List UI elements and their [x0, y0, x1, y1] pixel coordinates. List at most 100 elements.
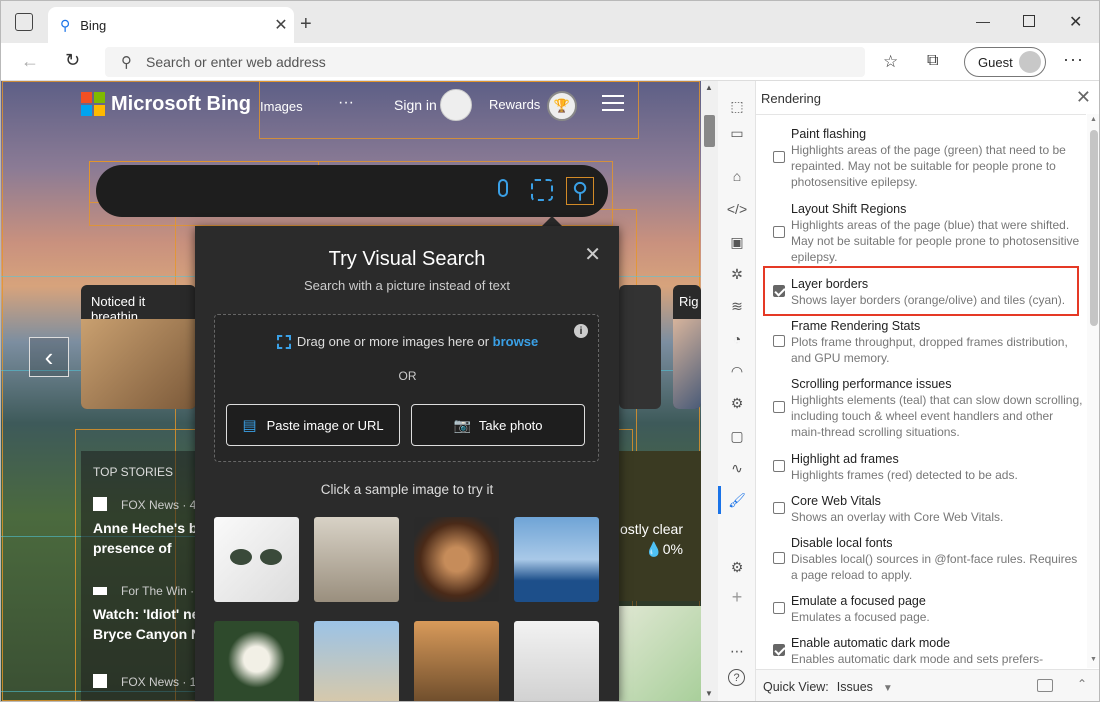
network-icon[interactable]: ≋: [727, 296, 747, 316]
option-highlight-ad-frames[interactable]: Highlight ad frames Highlights frames (re…: [756, 451, 1086, 493]
browse-link[interactable]: browse: [493, 334, 539, 349]
sample-image-louvre[interactable]: [314, 621, 399, 701]
scroll-up-icon[interactable]: ▲: [705, 83, 713, 92]
paste-image-button[interactable]: ▤ Paste image or URL: [226, 404, 400, 446]
dock-side-icon[interactable]: [1037, 679, 1053, 692]
scroll-down-icon[interactable]: ▼: [1090, 656, 1097, 663]
rewards-link[interactable]: Rewards: [489, 97, 540, 112]
search-button-icon[interactable]: ⚲: [566, 177, 594, 205]
carousel-card[interactable]: [619, 285, 661, 409]
option-emulate-focused-page[interactable]: Emulate a focused page Emulates a focused…: [756, 593, 1086, 635]
welcome-icon[interactable]: ⌂: [727, 166, 747, 186]
maximize-icon[interactable]: [1023, 15, 1035, 27]
close-panel-icon[interactable]: ✕: [1076, 87, 1091, 108]
checkbox[interactable]: [773, 502, 785, 514]
collections-icon[interactable]: ⧉: [927, 52, 938, 70]
sample-image-opera-house[interactable]: [514, 517, 599, 602]
new-tab-icon[interactable]: +: [300, 13, 312, 36]
scroll-up-icon[interactable]: ▲: [1090, 116, 1097, 123]
checkbox[interactable]: [773, 460, 785, 472]
hamburger-menu-icon[interactable]: [602, 95, 624, 111]
visual-search-icon[interactable]: [531, 179, 553, 201]
news-item[interactable]: FOX News · 1: [93, 674, 203, 689]
rewards-icon[interactable]: 🏆: [547, 91, 577, 121]
sign-in-link[interactable]: Sign in: [394, 97, 437, 113]
checkbox[interactable]: [773, 401, 785, 413]
sample-image-dogs[interactable]: [414, 621, 499, 701]
bing-logo[interactable]: Microsoft Bing: [81, 92, 251, 116]
carousel-prev-button[interactable]: ‹: [29, 337, 69, 377]
sample-image-sunglasses[interactable]: [214, 517, 299, 602]
option-disable-local-fonts[interactable]: Disable local fonts Disables local() sour…: [756, 535, 1086, 593]
visual-search-dialog: ✕ Try Visual Search Search with a pictur…: [195, 226, 619, 701]
search-box[interactable]: ⚲: [96, 165, 608, 217]
nav-more[interactable]: ···: [338, 94, 354, 112]
news-item[interactable]: For The Win · Watch: 'Idiot' ne Bryce Ca…: [93, 584, 203, 644]
page-scrollbar[interactable]: ▲ ▼: [701, 81, 718, 701]
more-tools-icon[interactable]: +: [727, 587, 747, 607]
nav-images[interactable]: Images: [260, 99, 303, 114]
droplet-icon: 💧: [645, 541, 663, 557]
close-tab-icon[interactable]: ✕: [268, 15, 294, 35]
device-emulation-icon[interactable]: ▭: [727, 123, 747, 143]
minimize-icon[interactable]: —: [976, 13, 990, 29]
inspect-icon[interactable]: ⬚: [727, 96, 747, 116]
address-input[interactable]: ⚲ Search or enter web address: [105, 47, 865, 77]
sample-image-dining-room[interactable]: [314, 517, 399, 602]
option-scrolling-performance[interactable]: Scrolling performance issues Highlights e…: [756, 376, 1086, 451]
chevron-up-icon[interactable]: ⌃: [1077, 677, 1087, 691]
help-icon[interactable]: ?: [728, 669, 745, 686]
option-layout-shift-regions[interactable]: Layout Shift Regions Highlights areas of …: [756, 201, 1086, 276]
option-core-web-vitals[interactable]: Core Web Vitals Shows an overlay with Cor…: [756, 493, 1086, 535]
take-photo-button[interactable]: 📷 Take photo: [411, 404, 585, 446]
quick-view-select[interactable]: Issues ▼: [837, 680, 893, 694]
memory-icon[interactable]: ⚙: [727, 393, 747, 413]
refresh-icon[interactable]: ↻: [65, 50, 80, 71]
tab-bing[interactable]: ⚲ Bing ✕: [48, 7, 294, 43]
microphone-icon[interactable]: [498, 179, 508, 197]
tab-actions-icon[interactable]: [15, 13, 33, 31]
elements-icon[interactable]: </>: [727, 199, 747, 219]
quick-view-label: Quick View:: [763, 679, 829, 694]
sample-image-coffee[interactable]: [414, 517, 499, 602]
more-icon[interactable]: ···: [1063, 49, 1084, 70]
sources-icon[interactable]: ✲: [727, 264, 747, 284]
profile-label: Guest: [978, 54, 1013, 70]
checkbox[interactable]: [773, 602, 785, 614]
weather-widget[interactable]: Mostly clear 💧0%: [608, 451, 701, 601]
performance-insights-icon[interactable]: ◔: [727, 329, 747, 349]
scroll-down-icon[interactable]: ▼: [705, 689, 713, 698]
performance-icon[interactable]: ◠: [727, 361, 747, 381]
carousel-card[interactable]: Rig: [673, 285, 701, 409]
checkbox-checked[interactable]: [773, 644, 785, 656]
option-frame-rendering-stats[interactable]: Frame Rendering Stats Plots frame through…: [756, 318, 1086, 376]
network-conditions-icon[interactable]: ⚙: [727, 557, 747, 577]
checkbox[interactable]: [773, 335, 785, 347]
card-image: [673, 319, 701, 409]
user-avatar-icon[interactable]: [440, 89, 472, 121]
favorites-icon[interactable]: ☆: [883, 52, 898, 72]
sample-image-rose[interactable]: [214, 621, 299, 701]
option-paint-flashing[interactable]: Paint flashing Highlights areas of the pa…: [756, 126, 1086, 201]
sample-image-chair[interactable]: [514, 621, 599, 701]
news-item[interactable]: FOX News · 4 Anne Heche's bl presence of…: [93, 497, 203, 558]
more-options-icon[interactable]: ⋯: [727, 641, 747, 661]
address-placeholder: Search or enter web address: [146, 54, 326, 70]
scroll-thumb[interactable]: [704, 115, 715, 147]
checkbox[interactable]: [773, 226, 785, 238]
profile-button[interactable]: Guest: [964, 47, 1046, 77]
option-automatic-dark-mode[interactable]: Enable automatic dark mode Enables automa…: [756, 635, 1086, 668]
back-icon[interactable]: ←: [21, 51, 39, 72]
scroll-thumb[interactable]: [1090, 130, 1098, 326]
map-widget[interactable]: [619, 606, 701, 701]
activity-icon[interactable]: ∿: [727, 458, 747, 478]
close-window-icon[interactable]: ✕: [1069, 12, 1082, 32]
checkbox[interactable]: [773, 552, 785, 564]
panel-scrollbar[interactable]: ▲ ▼: [1087, 114, 1099, 668]
image-drop-zone[interactable]: i Drag one or more images here or browse…: [214, 314, 599, 462]
carousel-card[interactable]: Noticed it breathin: [81, 285, 196, 409]
checkbox[interactable]: [773, 151, 785, 163]
console-icon[interactable]: ▣: [727, 232, 747, 252]
rendering-icon[interactable]: 🖌: [727, 490, 747, 510]
application-icon[interactable]: ▢: [727, 426, 747, 446]
